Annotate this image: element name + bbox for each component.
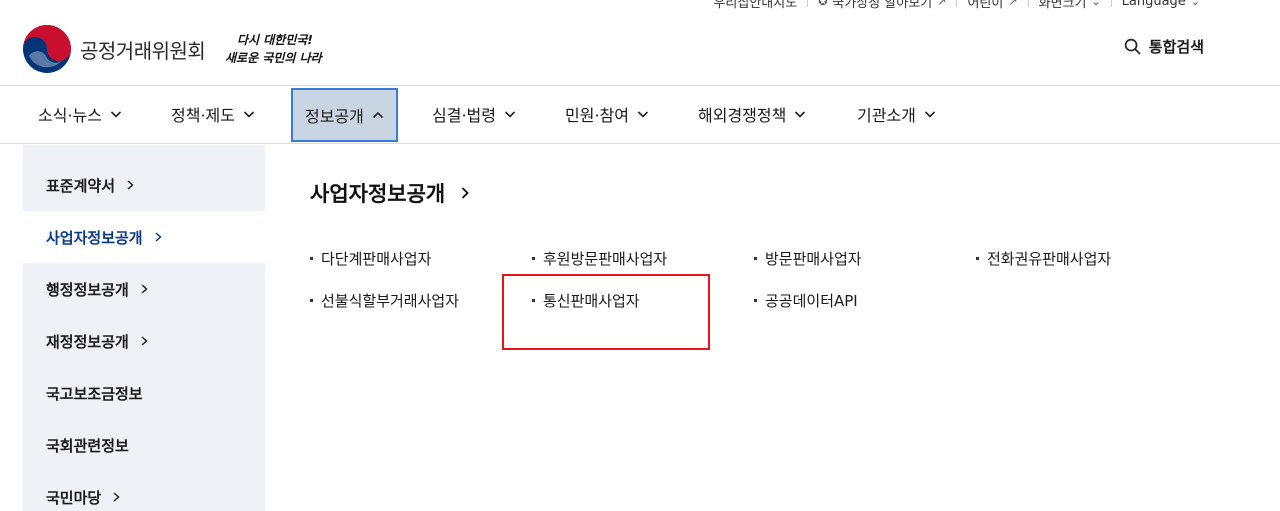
sidebar-item-label: 사업자정보공개 <box>46 228 143 247</box>
chevron-right-icon <box>141 336 148 346</box>
nav-label: 정보공개 <box>305 107 364 126</box>
chevron-right-icon <box>155 232 162 242</box>
nav-label: 소식·뉴스 <box>38 106 102 125</box>
chevron-down-icon <box>110 111 122 118</box>
chevron-down-icon <box>243 111 255 118</box>
chevron-down-icon <box>637 111 649 118</box>
chevron-up-icon <box>372 111 383 119</box>
search-label: 통합검색 <box>1148 38 1204 56</box>
link-multilevel-sales[interactable]: 다단계판매사업자 <box>310 248 431 269</box>
sidebar-item-subsidy-info[interactable]: 국고보조금정보 <box>23 367 265 419</box>
nav-label: 정책·제도 <box>171 106 235 125</box>
link-label: 선불식할부거래사업자 <box>321 292 460 310</box>
main-navigation: 소식·뉴스 정책·제도 정보공개 심결·법령 민원·참여 해외경쟁정책 기관소개 <box>0 86 1280 144</box>
sidebar-item-standard-contracts[interactable]: 표준계약서 <box>23 159 265 211</box>
nav-about[interactable]: 기관소개 <box>857 86 936 142</box>
sidebar-item-finance-info[interactable]: 재정정보공개 <box>23 315 265 367</box>
sidebar-item-label: 행정정보공개 <box>46 280 129 299</box>
site-logo[interactable]: 공정거래위원회 다시 대한민국! 새로운 국민의 나라 <box>22 24 325 74</box>
bullet-icon <box>754 299 757 302</box>
sidebar-menu: 표준계약서 사업자정보공개 행정정보공개 재정정보공개 국고보조금정보 국회관련… <box>23 145 265 511</box>
chevron-right-icon <box>141 284 148 294</box>
sidebar-item-label: 국고보조금정보 <box>46 384 143 403</box>
highlight-annotation-box <box>502 274 710 350</box>
chevron-down-icon <box>795 111 806 118</box>
nav-info-disclosure[interactable]: 정보공개 <box>291 88 398 142</box>
link-prepaid-installment[interactable]: 선불식할부거래사업자 <box>310 290 459 311</box>
link-label: 전화권유판매사업자 <box>987 250 1112 268</box>
nav-label: 심결·법령 <box>432 106 496 125</box>
bullet-icon <box>976 257 979 260</box>
bullet-icon <box>754 257 757 260</box>
sidebar-item-label: 표준계약서 <box>46 176 116 195</box>
link-sponsored-door-sales[interactable]: 후원방문판매사업자 <box>532 248 667 269</box>
bullet-icon <box>532 257 535 260</box>
nav-civil-participation[interactable]: 민원·참여 <box>565 86 649 142</box>
slogan-line-1: 다시 대한민국! <box>237 33 313 47</box>
link-door-to-door-sales[interactable]: 방문판매사업자 <box>754 248 862 269</box>
org-name: 공정거래위원회 <box>80 38 206 63</box>
chevron-right-icon <box>113 492 120 502</box>
sidebar-item-admin-info[interactable]: 행정정보공개 <box>23 263 265 315</box>
bullet-icon <box>310 299 313 302</box>
chevron-right-icon <box>127 180 134 190</box>
search-icon <box>1124 38 1141 55</box>
bullet-icon <box>310 257 313 260</box>
nav-label: 민원·참여 <box>565 106 629 125</box>
taegeuk-emblem-icon <box>23 25 71 73</box>
chevron-down-icon <box>504 111 516 118</box>
slogan-image: 다시 대한민국! 새로운 국민의 나라 <box>225 33 324 65</box>
chevron-down-icon <box>924 111 935 118</box>
page-title[interactable]: 사업자정보공개 <box>310 178 471 208</box>
link-public-data-api[interactable]: 공공데이터API <box>754 290 858 311</box>
nav-policy[interactable]: 정책·제도 <box>171 86 255 142</box>
nav-label: 해외경쟁정책 <box>698 106 787 125</box>
sidebar-item-label: 재정정보공개 <box>46 332 129 351</box>
nav-news[interactable]: 소식·뉴스 <box>38 86 122 142</box>
sidebar-item-business-info[interactable]: 사업자정보공개 <box>23 211 265 263</box>
sidebar-item-citizen-square[interactable]: 국민마당 <box>23 471 265 511</box>
integrated-search-button[interactable]: 통합검색 <box>1124 36 1204 57</box>
link-label: 공공데이터API <box>765 292 858 310</box>
slogan-line-2: 새로운 국민의 나라 <box>225 51 324 65</box>
nav-label: 기관소개 <box>857 106 916 125</box>
link-label: 방문판매사업자 <box>765 250 862 268</box>
link-label: 후원방문판매사업자 <box>543 250 668 268</box>
sidebar-item-label: 국민마당 <box>46 488 102 507</box>
chevron-right-icon <box>462 187 470 199</box>
link-label: 다단계판매사업자 <box>321 250 432 268</box>
link-telemarketing-sales[interactable]: 전화권유판매사업자 <box>976 248 1111 269</box>
sidebar-item-label: 국회관련정보 <box>46 436 129 455</box>
site-header: 공정거래위원회 다시 대한민국! 새로운 국민의 나라 통합검색 <box>0 0 1280 86</box>
page-title-text: 사업자정보공개 <box>310 182 446 206</box>
sidebar-item-assembly-info[interactable]: 국회관련정보 <box>23 419 265 471</box>
nav-overseas-competition[interactable]: 해외경쟁정책 <box>698 86 806 142</box>
nav-decisions-laws[interactable]: 심결·법령 <box>432 86 516 142</box>
